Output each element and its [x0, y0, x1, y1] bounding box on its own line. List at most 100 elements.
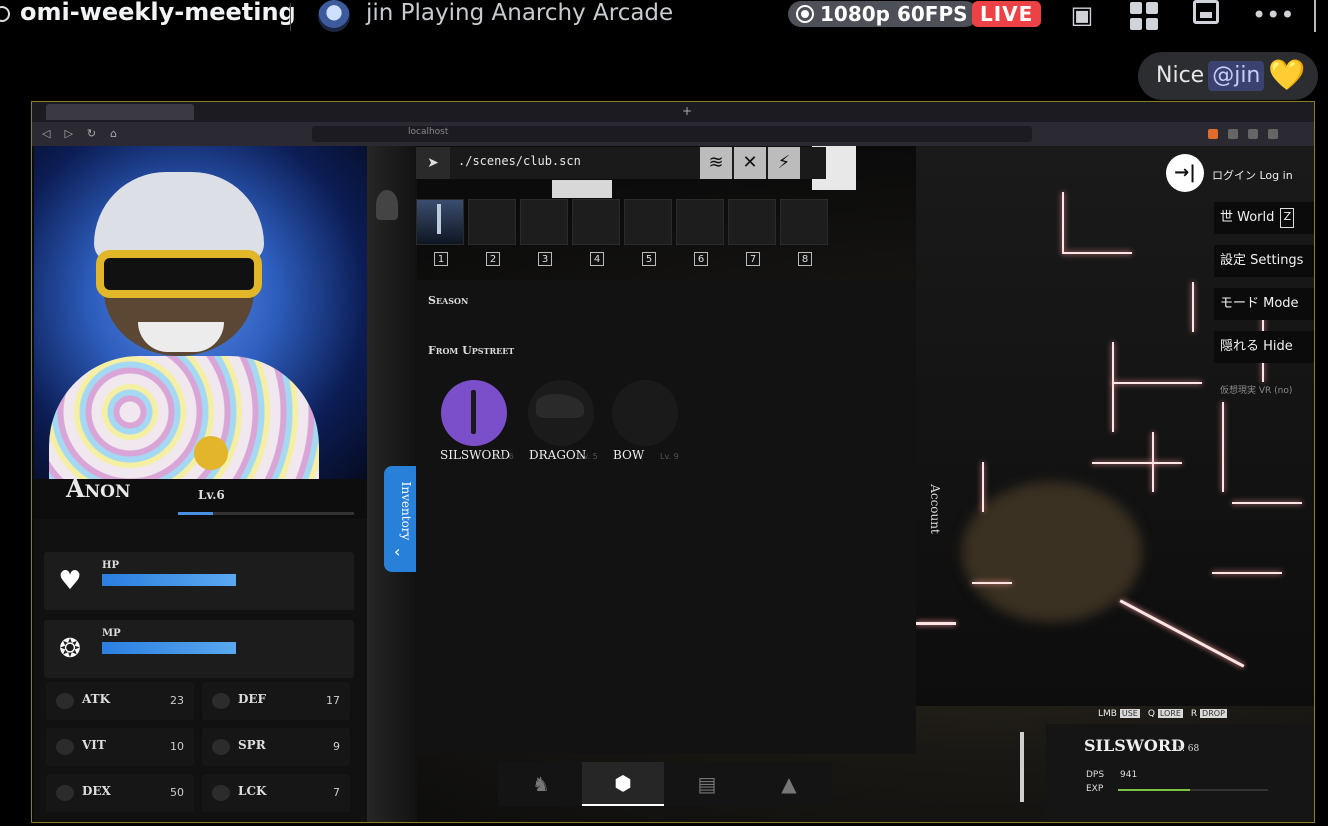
hotbar-slot[interactable]: [416, 199, 464, 245]
menu-world[interactable]: 世 World Z: [1214, 202, 1314, 234]
menu-vr[interactable]: 仮想現実 VR (no): [1220, 383, 1292, 396]
atk-icon: [56, 693, 74, 709]
login-label[interactable]: ログイン Log in: [1212, 167, 1293, 183]
hotbar-slot[interactable]: [624, 199, 672, 245]
stat-spr: SPR 9: [202, 728, 350, 766]
header-divider: [290, 3, 291, 31]
menu-hide[interactable]: 隠れる Hide: [1214, 331, 1314, 363]
extension-icon[interactable]: [1208, 129, 1218, 139]
vit-icon: [56, 739, 74, 755]
dragon-icon: [536, 394, 584, 418]
extension-icon[interactable]: [1228, 129, 1238, 139]
dex-icon: [56, 785, 74, 801]
more-options-icon[interactable]: •••: [1252, 0, 1294, 30]
key-hints: LMB USE Q LORE R DROP: [1098, 709, 1227, 719]
account-tab-label[interactable]: Account: [928, 474, 942, 544]
avatar-medallion: [194, 436, 228, 470]
quality-label: 1080p 60FPS: [820, 2, 968, 26]
neon-line: [1192, 282, 1194, 332]
neon-line: [1232, 502, 1302, 504]
avatar-glasses: [96, 250, 262, 298]
sword-icon: [437, 204, 441, 234]
item-silsword[interactable]: [441, 380, 507, 446]
neon-line: [982, 462, 984, 512]
tab-character-icon[interactable]: ♞: [500, 762, 582, 806]
slot-number: 6: [694, 252, 708, 266]
item-name: BOW: [613, 448, 645, 462]
stat-atk: ATK 23: [46, 682, 194, 720]
menu-settings[interactable]: 設定 Settings: [1214, 245, 1314, 277]
heart-emoji-icon: 💛: [1268, 58, 1306, 93]
dps-value: 941: [1120, 770, 1138, 780]
extension-icon[interactable]: [1268, 129, 1278, 139]
slot-number: 3: [538, 252, 552, 266]
stream-video[interactable]: + ◁▷↻⌂ localhost Anon Lv.6 ♥ HP ❂ MP ATK…: [31, 101, 1315, 823]
nav-buttons-icon[interactable]: ◁▷↻⌂: [42, 127, 131, 140]
login-icon[interactable]: →|: [1166, 154, 1204, 192]
browser-tab[interactable]: [200, 104, 350, 120]
item-level: Lv. 5: [579, 452, 598, 461]
slot-number: 8: [798, 252, 812, 266]
avatar-jacket: [49, 356, 319, 481]
neon-line: [972, 582, 1012, 584]
channel-name: omi-weekly-meeting: [20, 0, 296, 26]
chevron-left-icon[interactable]: ‹: [394, 542, 400, 561]
item-dragon[interactable]: [528, 380, 594, 446]
add-to-calendar-icon[interactable]: ▣: [1066, 0, 1098, 30]
scene-path[interactable]: ./scenes/club.scn: [458, 154, 581, 168]
new-tab-icon[interactable]: +: [682, 104, 692, 118]
mic-off-icon[interactable]: ✕: [734, 147, 766, 179]
slot-number: 5: [642, 252, 656, 266]
section-season: Season: [428, 294, 469, 307]
def-icon: [212, 693, 230, 709]
grid-layout-icon[interactable]: [1128, 0, 1160, 30]
hp-label: HP: [102, 560, 119, 571]
hotbar-slot[interactable]: [468, 199, 516, 245]
inbox-icon[interactable]: [1190, 0, 1222, 30]
chat-mention[interactable]: @jin: [1208, 61, 1265, 91]
slot-number: 4: [590, 252, 604, 266]
weapon-name: SILSWORD: [1084, 736, 1185, 755]
tab-inventory-icon[interactable]: ⬢: [582, 762, 664, 806]
stat-dex: DEX 50: [46, 774, 194, 812]
hotbar-slot[interactable]: [728, 199, 776, 245]
hotbar-slot[interactable]: [520, 199, 568, 245]
dps-label: DPS: [1086, 770, 1105, 780]
heart-wings-icon: ♥: [58, 566, 82, 596]
neon-line: [1092, 462, 1182, 464]
browser-url-bar[interactable]: localhost: [312, 126, 1032, 142]
neon-line: [1212, 572, 1282, 574]
inventory-tab-label: Inventory: [399, 481, 413, 541]
stat-lck: LCK 7: [202, 774, 350, 812]
scene-light-panel: [552, 180, 612, 198]
speaker-off-icon[interactable]: ⚡: [768, 147, 800, 179]
browser-url: localhost: [408, 127, 449, 137]
browser-tab[interactable]: [516, 104, 666, 120]
wifi-icon[interactable]: ≋: [700, 147, 732, 179]
menu-mode[interactable]: モード Mode: [1214, 288, 1314, 320]
extension-icon[interactable]: [1248, 129, 1258, 139]
exp-label: EXP: [1086, 784, 1104, 794]
world-shortcut-key: Z: [1280, 207, 1295, 228]
hotbar-slot[interactable]: [572, 199, 620, 245]
scene-menu-button[interactable]: ➤: [416, 147, 450, 179]
streamer-avatar[interactable]: [318, 0, 350, 32]
exp-bar-fill: [1118, 789, 1190, 791]
item-level: Lv. 6: [495, 452, 514, 461]
tab-cards-icon[interactable]: ▤: [666, 762, 748, 806]
mp-box: ❂ MP: [44, 620, 354, 678]
hotbar-slot[interactable]: [780, 199, 828, 245]
browser-tab[interactable]: [358, 104, 508, 120]
item-level: Lv. 9: [660, 452, 679, 461]
tab-map-icon[interactable]: ▲: [748, 762, 830, 806]
neon-line: [1222, 402, 1224, 492]
hotbar-slot[interactable]: [676, 199, 724, 245]
key-hint: LMB USE: [1098, 709, 1140, 719]
stat-def: DEF 17: [202, 682, 350, 720]
browser-tab[interactable]: [46, 104, 194, 120]
header-edge: [1314, 0, 1316, 32]
character-level: Lv.6: [198, 488, 225, 502]
character-name: Anon: [66, 474, 131, 503]
section-upstreet: From Upstreet: [428, 344, 515, 357]
item-bow[interactable]: [612, 380, 678, 446]
